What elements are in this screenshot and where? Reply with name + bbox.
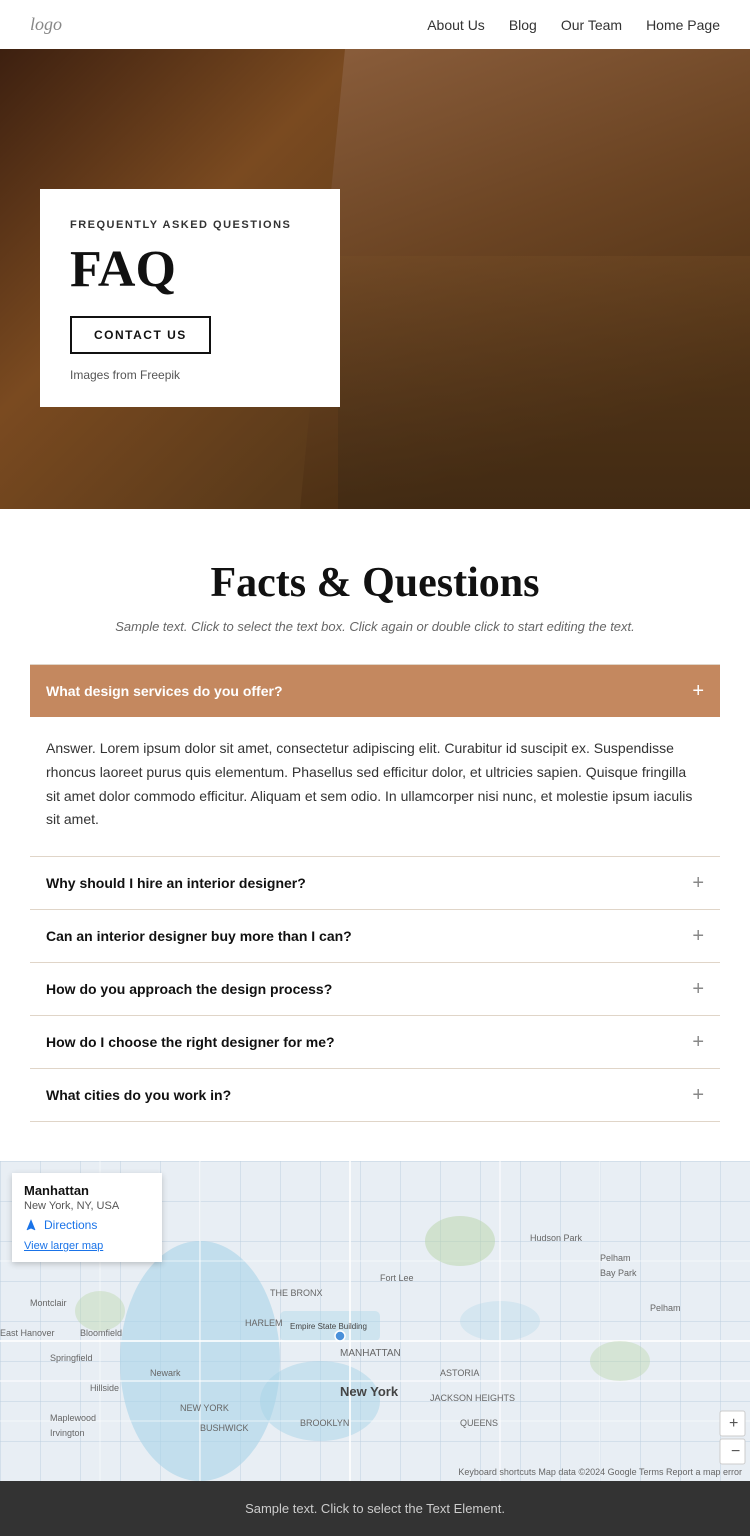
faq-item-header-0[interactable]: What design services do you offer? + — [30, 665, 720, 717]
faq-item-header-4[interactable]: How do I choose the right designer for m… — [30, 1016, 720, 1068]
map-location-address: New York, NY, USA — [24, 1200, 150, 1212]
hero-section: FREQUENTLY ASKED QUESTIONS FAQ CONTACT U… — [0, 49, 750, 509]
faq-plus-icon-0: + — [692, 681, 704, 701]
nav-home[interactable]: Home Page — [646, 17, 720, 33]
faq-question-0: What design services do you offer? — [46, 683, 283, 699]
view-larger-map-link[interactable]: View larger map — [24, 1240, 103, 1252]
contact-us-button[interactable]: CONTACT US — [70, 316, 211, 354]
faq-item-2: Can an interior designer buy more than I… — [30, 909, 720, 963]
map-directions-row: Directions — [24, 1218, 150, 1232]
nav-links: About Us Blog Our Team Home Page — [427, 17, 720, 33]
faq-item-5: What cities do you work in? + — [30, 1068, 720, 1122]
map-section: Manhattan New York, NY, USA Directions V… — [0, 1161, 750, 1481]
faq-question-4: How do I choose the right designer for m… — [46, 1034, 335, 1050]
faq-plus-icon-3: + — [692, 979, 704, 999]
faq-plus-icon-2: + — [692, 926, 704, 946]
hero-subtitle: FREQUENTLY ASKED QUESTIONS — [70, 219, 310, 231]
logo: logo — [30, 14, 62, 35]
map-location-name: Manhattan — [24, 1183, 150, 1198]
faq-answer-0: Answer. Lorem ipsum dolor sit amet, cons… — [30, 717, 720, 856]
faq-item-header-1[interactable]: Why should I hire an interior designer? … — [30, 857, 720, 909]
faq-item-3: How do you approach the design process? … — [30, 962, 720, 1016]
faq-plus-icon-4: + — [692, 1032, 704, 1052]
nav-team[interactable]: Our Team — [561, 17, 622, 33]
faq-item-header-5[interactable]: What cities do you work in? + — [30, 1069, 720, 1121]
faq-item-4: How do I choose the right designer for m… — [30, 1015, 720, 1069]
faq-heading: Facts & Questions — [30, 559, 720, 607]
image-credit: Images from Freepik — [70, 368, 310, 382]
nav-blog[interactable]: Blog — [509, 17, 537, 33]
directions-icon — [24, 1218, 38, 1232]
map-credits: Keyboard shortcuts Map data ©2024 Google… — [458, 1467, 742, 1477]
faq-item-1: Why should I hire an interior designer? … — [30, 856, 720, 910]
footer-text: Sample text. Click to select the Text El… — [245, 1501, 505, 1516]
faq-question-2: Can an interior designer buy more than I… — [46, 928, 352, 944]
faq-section: Facts & Questions Sample text. Click to … — [0, 509, 750, 1161]
faq-question-5: What cities do you work in? — [46, 1087, 231, 1103]
hero-title: FAQ — [70, 241, 310, 298]
nav-about[interactable]: About Us — [427, 17, 485, 33]
faq-plus-icon-1: + — [692, 873, 704, 893]
directions-label[interactable]: Directions — [44, 1218, 97, 1232]
map-placeholder: Manhattan New York, NY, USA Directions V… — [0, 1161, 750, 1481]
faq-subtext: Sample text. Click to select the text bo… — [30, 619, 720, 634]
map-info-box: Manhattan New York, NY, USA Directions V… — [12, 1173, 162, 1262]
faq-item-0: What design services do you offer? + Ans… — [30, 664, 720, 857]
freepik-link[interactable]: Freepik — [140, 368, 180, 382]
faq-question-3: How do you approach the design process? — [46, 981, 332, 997]
footer: Sample text. Click to select the Text El… — [0, 1481, 750, 1536]
faq-question-1: Why should I hire an interior designer? — [46, 875, 306, 891]
faq-item-header-2[interactable]: Can an interior designer buy more than I… — [30, 910, 720, 962]
faq-item-header-3[interactable]: How do you approach the design process? … — [30, 963, 720, 1015]
hero-card: FREQUENTLY ASKED QUESTIONS FAQ CONTACT U… — [40, 189, 340, 407]
image-credit-prefix: Images from — [70, 368, 140, 382]
navigation: logo About Us Blog Our Team Home Page — [0, 0, 750, 49]
faq-plus-icon-5: + — [692, 1085, 704, 1105]
